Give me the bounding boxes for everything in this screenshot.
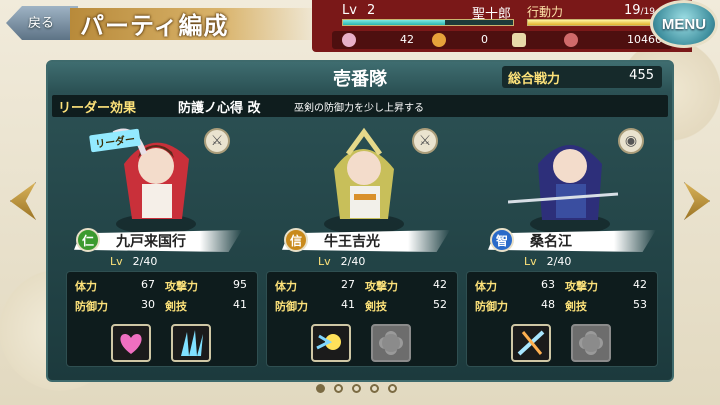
player-level: Lv 2 [342,3,376,18]
plus-icon[interactable] [512,33,526,47]
leader-effect: リーダー効果 防護ノ心得 改 巫剣の防御力を少し上昇する [52,95,668,117]
page-dot-1[interactable] [316,384,325,393]
back-button[interactable]: 戻る [6,6,78,40]
stats-row: 体力 67 攻撃力 95 防御力 30 剣技 41 体力 27 攻撃力 42 防… [48,213,672,367]
skill-slot-slash-icon[interactable] [171,324,211,362]
top-bar: 戻る パーティ編成 Lv 2 聖十郎 行動力 19/19 42 0 10460 M… [0,0,720,52]
skill-slot-burst-icon[interactable] [311,324,351,362]
empty-slot-flower-icon[interactable] [571,324,611,362]
page-dot-3[interactable] [352,384,361,393]
stat-card-2[interactable]: 体力 27 攻撃力 42 防御力 41 剣技 52 [266,271,458,367]
swap-weapon-icon[interactable]: ⚔ [204,128,230,154]
page-dot-5[interactable] [388,384,397,393]
ap-label: 行動力 [527,5,564,19]
resource-bar: 42 0 10460 [332,31,672,49]
resource-plus[interactable] [512,31,532,49]
skill-slot-swords-icon[interactable] [511,324,551,362]
menu-button[interactable]: MENU [650,0,718,48]
total-power: 総合戦力 455 [502,66,662,88]
empty-slot-flower-icon[interactable] [371,324,411,362]
page-title: パーティ編成 [80,12,229,40]
ap-value: 19/19 [624,3,656,18]
stat-card-1[interactable]: 体力 67 攻撃力 95 防御力 30 剣技 41 [66,271,258,367]
page-dot-2[interactable] [334,384,343,393]
view-eye-icon[interactable]: ◉ [618,128,644,154]
player-status: Lv 2 聖十郎 行動力 19/19 42 0 10460 [312,0,692,52]
coin-icon [432,33,446,47]
skill-slot-heart-icon[interactable] [111,324,151,362]
resource-coin: 0 [432,31,488,49]
squad-panel: 壱番隊 総合戦力 455 リーダー効果 防護ノ心得 改 巫剣の防御力を少し上昇する… [46,60,674,382]
resource-flower: 10460 [564,31,662,49]
exp-bar [342,19,514,26]
ap-bar [527,19,657,26]
resource-gem: 42 [342,31,414,49]
gem-icon [342,33,356,47]
swap-weapon-icon[interactable]: ⚔ [412,128,438,154]
flower-icon [564,33,578,47]
pagination [316,384,406,396]
squad-header: 壱番隊 総合戦力 455 [48,62,672,92]
stat-card-3[interactable]: 体力 63 攻撃力 42 防御力 48 剣技 53 [466,271,658,367]
page-dot-4[interactable] [370,384,379,393]
